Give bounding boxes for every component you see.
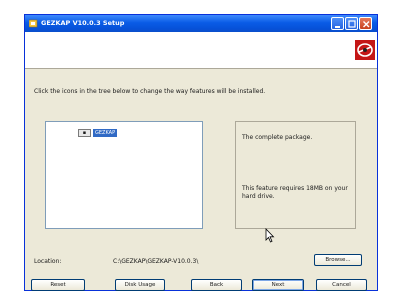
maximize-icon xyxy=(348,20,356,28)
disk-usage-button[interactable]: Disk Usage xyxy=(115,279,165,291)
setup-logo-icon xyxy=(355,40,375,60)
minimize-icon xyxy=(335,26,340,28)
reset-button[interactable]: Reset xyxy=(31,279,85,291)
browse-button[interactable]: Browse... xyxy=(314,254,362,266)
close-button[interactable] xyxy=(359,17,372,30)
instruction-text: Click the icons in the tree below to cha… xyxy=(34,88,266,95)
location-value: C:\GEZKAP\GEZKAP-V10.0.3\ xyxy=(113,258,199,265)
banner-divider xyxy=(25,68,377,69)
cancel-button[interactable]: Cancel xyxy=(316,279,367,291)
feature-description: The complete package. xyxy=(242,134,313,141)
feature-description-panel: The complete package. This feature requi… xyxy=(235,121,356,229)
feature-size-info: This feature requires 18MB on your hard … xyxy=(242,185,348,200)
back-button[interactable]: Back xyxy=(191,279,242,291)
mouse-pointer-icon xyxy=(265,228,275,243)
location-label: Location: xyxy=(34,258,62,265)
drive-icon[interactable]: ▪ xyxy=(78,129,91,137)
title-bar[interactable]: GEZKAP V10.0.3 Setup xyxy=(25,15,377,32)
feature-tree[interactable]: ▪ GEZKAP xyxy=(45,121,203,229)
window-title: GEZKAP V10.0.3 Setup xyxy=(41,19,125,27)
tree-item-gezkap[interactable]: GEZKAP xyxy=(93,129,118,137)
maximize-button[interactable] xyxy=(345,17,358,30)
minimize-button[interactable] xyxy=(331,17,344,30)
close-icon xyxy=(363,21,370,28)
installer-icon xyxy=(29,19,38,28)
next-button[interactable]: Next xyxy=(252,279,304,291)
header-banner xyxy=(25,32,377,68)
setup-window: GEZKAP V10.0.3 Setup Click the icons in … xyxy=(24,14,378,291)
